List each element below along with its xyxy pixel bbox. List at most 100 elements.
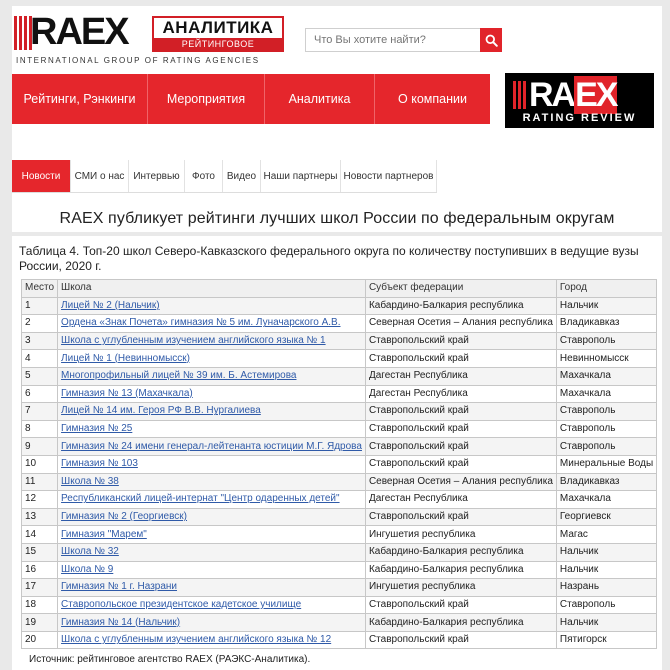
review-logo-bars-icon xyxy=(513,81,526,109)
cell-region: Ставропольский край xyxy=(364,331,557,351)
tab-video[interactable]: Видео xyxy=(223,160,261,192)
cell-region: Ставропольский край xyxy=(364,630,557,650)
cell-region: Кабардино-Балкария республика xyxy=(364,296,557,316)
search-bar xyxy=(305,28,502,52)
cell-place: 15 xyxy=(20,542,59,562)
cell-city: Махачкала xyxy=(555,384,658,404)
cell-city: Нальчик xyxy=(555,560,658,580)
school-link[interactable]: Школа № 9 xyxy=(57,560,366,580)
cell-place: 16 xyxy=(20,560,59,580)
school-link[interactable]: Гимназия "Марем" xyxy=(57,525,366,544)
cell-city: Нальчик xyxy=(555,613,658,632)
table-row: 2 Ордена «Знак Почета» гимназия № 5 им. Л… xyxy=(20,314,658,333)
cell-place: 11 xyxy=(20,472,59,492)
review-logo-word-b: EX xyxy=(574,76,618,114)
table-row: 6 Гимназия № 13 (Махачкала) Дагестан Респу… xyxy=(20,384,658,404)
cell-place: 4 xyxy=(20,349,59,368)
school-link[interactable]: Школа № 32 xyxy=(57,542,366,562)
school-link[interactable]: Гимназия № 2 (Георгиевск) xyxy=(57,507,366,527)
table-row: 13 Гимназия № 2 (Георгиевск) Ставропольски… xyxy=(20,507,658,527)
logo-tagline: INTERNATIONAL GROUP OF RATING AGENCIES xyxy=(16,56,260,65)
cell-place: 20 xyxy=(20,630,59,650)
table-row: 4 Лицей № 1 (Невинномысск) Ставропольский … xyxy=(20,349,658,368)
tab-interviews[interactable]: Интервью xyxy=(129,160,185,192)
table-row: 15 Школа № 32 Кабардино-Балкария республик… xyxy=(20,542,658,562)
school-link[interactable]: Школа с углубленным изучением английског… xyxy=(57,331,366,351)
table-row: 17 Гимназия № 1 г. Назрани Ингушетия респу… xyxy=(20,578,658,597)
table-row: 19 Гимназия № 14 (Нальчик) Кабардино-Балка… xyxy=(20,613,658,632)
main-navigation: Рейтинги, Рэнкинги Мероприятия Аналитика… xyxy=(12,74,490,124)
nav-item-ratings[interactable]: Рейтинги, Рэнкинги xyxy=(12,74,148,124)
cell-place: 3 xyxy=(20,331,59,351)
school-link[interactable]: Школа с углубленным изучением английског… xyxy=(57,630,366,650)
school-link[interactable]: Гимназия № 25 xyxy=(57,419,366,439)
cell-city: Владикавказ xyxy=(555,472,658,492)
cell-city: Минеральные Воды xyxy=(555,454,658,474)
school-link[interactable]: Гимназия № 1 г. Назрани xyxy=(57,578,366,597)
nav-item-events[interactable]: Мероприятия xyxy=(148,74,265,124)
cell-place: 13 xyxy=(20,507,59,527)
school-link[interactable]: Лицей № 14 им. Героя РФ В.В. Нургалиева xyxy=(57,402,366,421)
table-header-row: Место Школа Субъект федерации Город xyxy=(20,279,658,298)
tab-news[interactable]: Новости xyxy=(12,160,71,192)
raex-analytics-logo[interactable]: RAEX АНАЛИТИКА РЕЙТИНГОВОЕ АГЕНТСТВО INT… xyxy=(14,12,284,70)
cell-region: Ставропольский край xyxy=(364,437,557,456)
cell-city: Махачкала xyxy=(555,366,658,386)
cell-city: Георгиевск xyxy=(555,507,658,527)
article-headline: RAEX публикует рейтинги лучших школ Росс… xyxy=(59,210,615,227)
nav-item-analytics[interactable]: Аналитика xyxy=(265,74,375,124)
search-input[interactable] xyxy=(305,28,481,52)
cell-city: Назрань xyxy=(555,578,658,597)
cell-place: 7 xyxy=(20,402,59,421)
logo-box-top: АНАЛИТИКА xyxy=(154,18,282,38)
table-caption: Таблица 4. Топ-20 школ Северо-Кавказског… xyxy=(19,244,639,273)
raex-rating-review-logo[interactable]: RAEX RATING REVIEW xyxy=(505,73,654,128)
school-link[interactable]: Лицей № 1 (Невинномысск) xyxy=(57,349,366,368)
cell-city: Нальчик xyxy=(555,542,658,562)
table-row: 12 Республиканский лицей-интернат "Центр … xyxy=(20,490,658,509)
header-place: Место xyxy=(20,279,59,298)
table-row: 16 Школа № 9 Кабардино-Балкария республика… xyxy=(20,560,658,580)
table-body: 1 Лицей № 2 (Нальчик) Кабардино-Балкария р… xyxy=(20,296,658,650)
school-link[interactable]: Гимназия № 13 (Махачкала) xyxy=(57,384,366,404)
school-link[interactable]: Ставропольское президентское кадетское у… xyxy=(57,595,366,615)
table-row: 8 Гимназия № 25 Ставропольский край Ставроп… xyxy=(20,419,658,439)
news-subnav: Новости СМИ о нас Интервью Фото Видео На… xyxy=(12,160,437,193)
school-link[interactable]: Республиканский лицей-интернат "Центр од… xyxy=(57,490,366,509)
school-link[interactable]: Ордена «Знак Почета» гимназия № 5 им. Лу… xyxy=(57,314,366,333)
review-logo-sub: RATING REVIEW xyxy=(522,112,637,124)
cell-place: 1 xyxy=(20,296,59,316)
tab-partners[interactable]: Наши партнеры xyxy=(261,160,341,192)
cell-city: Владикавказ xyxy=(555,314,658,333)
tab-photo[interactable]: Фото xyxy=(185,160,223,192)
school-link[interactable]: Многопрофильный лицей № 39 им. Б. Астеми… xyxy=(57,366,366,386)
school-link[interactable]: Гимназия № 14 (Нальчик) xyxy=(57,613,366,632)
search-button[interactable] xyxy=(480,28,502,52)
cell-city: Нальчик xyxy=(555,296,658,316)
cell-region: Ставропольский край xyxy=(364,595,557,615)
table-row: 10 Гимназия № 103 Ставропольский край Минер… xyxy=(20,454,658,474)
school-link[interactable]: Школа № 38 xyxy=(57,472,366,492)
search-icon xyxy=(485,34,498,47)
cell-place: 19 xyxy=(20,613,59,632)
cell-city: Ставрополь xyxy=(555,595,658,615)
table-row: 18 Ставропольское президентское кадетское… xyxy=(20,595,658,615)
table-row: 7 Лицей № 14 им. Героя РФ В.В. Нургалиева… xyxy=(20,402,658,421)
cell-place: 10 xyxy=(20,454,59,474)
cell-region: Ставропольский край xyxy=(364,349,557,368)
cell-place: 12 xyxy=(20,490,59,509)
tab-media-about-us[interactable]: СМИ о нас xyxy=(71,160,129,192)
tab-partner-news[interactable]: Новости партнеров xyxy=(341,160,437,192)
cell-region: Ставропольский край xyxy=(364,507,557,527)
nav-item-about[interactable]: О компании xyxy=(375,74,490,124)
school-link[interactable]: Гимназия № 24 имени генерал-лейтенанта ю… xyxy=(57,437,366,456)
cell-city: Ставрополь xyxy=(555,419,658,439)
cell-city: Ставрополь xyxy=(555,437,658,456)
school-link[interactable]: Лицей № 2 (Нальчик) xyxy=(57,296,366,316)
cell-place: 17 xyxy=(20,578,59,597)
header-region: Субъект федерации xyxy=(364,279,557,298)
cell-city: Ставрополь xyxy=(555,402,658,421)
cell-place: 2 xyxy=(20,314,59,333)
school-link[interactable]: Гимназия № 103 xyxy=(57,454,366,474)
cell-region: Кабардино-Балкария республика xyxy=(364,613,557,632)
